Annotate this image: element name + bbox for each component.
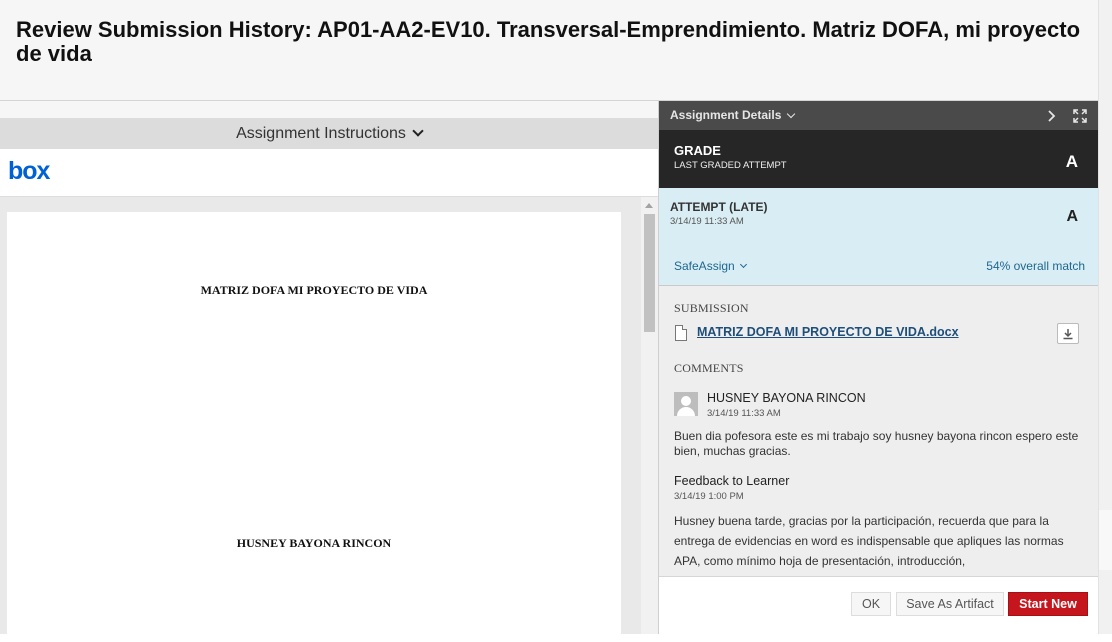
- document-viewer[interactable]: MATRIZ DOFA MI PROYECTO DE VIDA HUSNEY B…: [0, 197, 658, 642]
- safeassign-label: SafeAssign: [674, 259, 735, 273]
- expand-panel-button[interactable]: [1071, 107, 1089, 125]
- assignment-details-header: Assignment Details: [659, 101, 1099, 130]
- document-author-line: HUSNEY BAYONA RINCON: [236, 536, 392, 550]
- page-title: Review Submission History: AP01-AA2-EV10…: [16, 17, 1081, 66]
- assignment-instructions-label: Assignment Instructions: [236, 124, 406, 142]
- attempt-date: 3/14/19 11:33 AM: [670, 216, 744, 227]
- instructions-pane: Assignment Instructions box MATRIZ DOFA …: [0, 101, 658, 642]
- attempt-grade: A: [1066, 208, 1078, 225]
- comment-text: Buen dia pofesora este es mi trabajo soy…: [674, 429, 1079, 458]
- comments-label: COMMENTS: [674, 361, 744, 375]
- document-title-line: MATRIZ DOFA MI PROYECTO DE VIDA: [200, 283, 428, 297]
- file-icon: [675, 325, 687, 341]
- attempt-title: ATTEMPT (LATE): [670, 200, 768, 214]
- chevron-right-icon: [1048, 110, 1056, 122]
- document-page: MATRIZ DOFA MI PROYECTO DE VIDA HUSNEY B…: [7, 212, 621, 642]
- scroll-up-arrow-icon[interactable]: [645, 203, 653, 208]
- collapse-panel-button[interactable]: [1042, 107, 1060, 125]
- page-scrollbar[interactable]: [1098, 0, 1112, 634]
- panel-footer: OK Save As Artifact Start New: [659, 576, 1099, 634]
- submission-label: SUBMISSION: [674, 301, 749, 315]
- grade-title: GRADE: [674, 143, 721, 158]
- assignment-details-label: Assignment Details: [670, 108, 782, 122]
- download-icon: [1063, 328, 1073, 339]
- chevron-down-icon: [787, 109, 796, 118]
- scrollbar-thumb[interactable]: [644, 214, 655, 332]
- safeassign-match[interactable]: 54% overall match: [986, 259, 1085, 273]
- feedback-date: 3/14/19 1:00 PM: [674, 491, 744, 502]
- comment-author: HUSNEY BAYONA RINCON: [707, 391, 866, 405]
- assignment-details-toggle[interactable]: Assignment Details: [670, 108, 796, 122]
- scrollbar-thumb[interactable]: [1099, 510, 1112, 570]
- save-as-artifact-button[interactable]: Save As Artifact: [896, 592, 1004, 616]
- box-logo: box: [8, 157, 50, 185]
- comment-date: 3/14/19 11:33 AM: [707, 408, 781, 419]
- grade-value: A: [1065, 152, 1078, 171]
- box-viewer-bar: box: [0, 149, 658, 197]
- grade-subtitle: LAST GRADED ATTEMPT: [674, 160, 787, 171]
- feedback-title: Feedback to Learner: [674, 474, 790, 488]
- chevron-down-icon: [739, 260, 747, 269]
- feedback-text: Husney buena tarde, gracias por la parti…: [674, 514, 1064, 568]
- expand-icon: [1073, 109, 1087, 123]
- download-button[interactable]: [1057, 323, 1079, 344]
- page-header: Review Submission History: AP01-AA2-EV10…: [0, 0, 1098, 101]
- ok-button[interactable]: OK: [851, 592, 891, 616]
- avatar: [674, 392, 698, 416]
- safeassign-toggle[interactable]: SafeAssign: [674, 259, 747, 273]
- assignment-instructions-toggle[interactable]: Assignment Instructions: [0, 118, 658, 149]
- pane-top-strip: [0, 101, 658, 118]
- assignment-details-panel: Assignment Details GRADE LAST GRADED ATT…: [658, 101, 1099, 634]
- start-new-button[interactable]: Start New: [1008, 592, 1088, 616]
- chevron-down-icon: [412, 125, 424, 137]
- attempt-row[interactable]: ATTEMPT (LATE) 3/14/19 11:33 AM A SafeAs…: [659, 188, 1099, 286]
- submission-file-link[interactable]: MATRIZ DOFA MI PROYECTO DE VIDA.docx: [697, 325, 959, 339]
- divider: [659, 285, 1099, 286]
- document-scrollbar[interactable]: [641, 197, 658, 634]
- grade-summary: GRADE LAST GRADED ATTEMPT A: [659, 130, 1099, 188]
